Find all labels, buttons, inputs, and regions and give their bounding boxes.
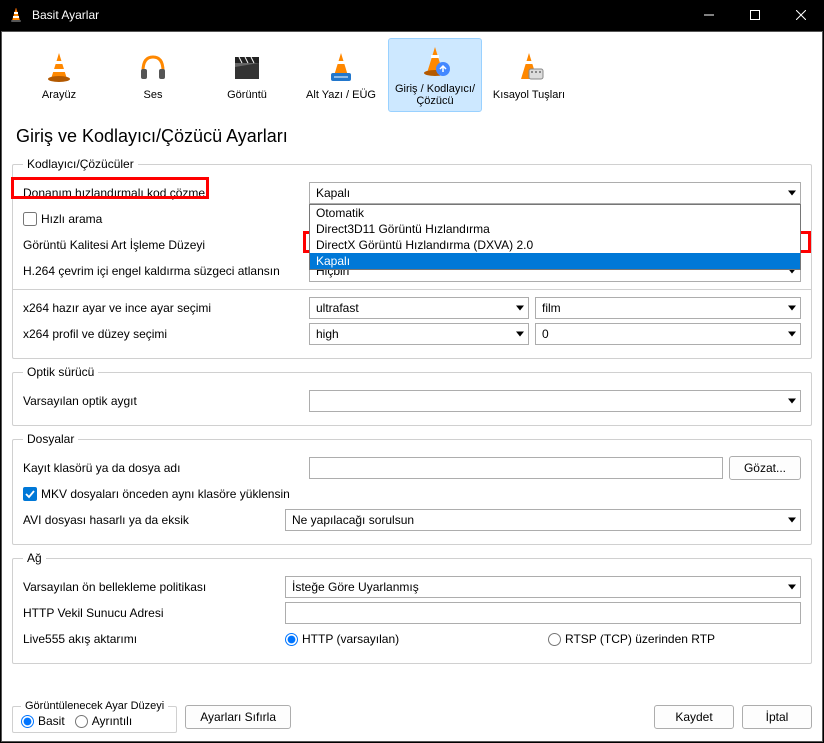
chevron-down-icon <box>788 399 796 404</box>
record-path-input[interactable] <box>309 457 723 479</box>
reset-button[interactable]: Ayarları Sıfırla <box>185 705 291 729</box>
optical-group: Optik sürücü Varsayılan optik aygıt <box>12 365 812 426</box>
optical-device-label: Varsayılan optik aygıt <box>23 394 303 408</box>
codecs-legend: Kodlayıcı/Çözücüler <box>23 157 138 171</box>
live555-rtsp-radio[interactable]: RTSP (TCP) üzerinden RTP <box>548 632 801 646</box>
x264-preset-label: x264 hazır ayar ve ince ayar seçimi <box>23 301 303 315</box>
quality-label: Görüntü Kalitesi Art İşleme Düzeyi <box>23 238 303 252</box>
maximize-button[interactable] <box>732 0 778 30</box>
cone-icon <box>41 49 77 85</box>
hw-option-dxva2[interactable]: DirectX Görüntü Hızlandırma (DXVA) 2.0 <box>310 237 800 253</box>
chevron-down-icon <box>788 585 796 590</box>
tab-interface[interactable]: Arayüz <box>12 38 106 112</box>
deblock-label: H.264 çevrim içi engel kaldırma süzgeci … <box>23 264 303 278</box>
chevron-down-icon <box>788 191 796 196</box>
tab-video[interactable]: Görüntü <box>200 38 294 112</box>
settings-tabs: Arayüz Ses Görüntü Alt Yazı / EÜG Giriş … <box>12 38 812 112</box>
avi-damaged-label: AVI dosyası hasarlı ya da eksik <box>23 513 279 527</box>
hotkey-icon <box>511 49 547 85</box>
network-group: Ağ Varsayılan ön bellekleme politikası İ… <box>12 551 812 664</box>
x264-profile-select[interactable]: high <box>309 323 529 345</box>
chevron-down-icon <box>788 518 796 523</box>
files-group: Dosyalar Kayıt klasörü ya da dosya adı G… <box>12 432 812 545</box>
mkv-preload-checkbox[interactable]: MKV dosyaları önceden aynı klasöre yükle… <box>23 487 290 501</box>
footer: Görüntülenecek Ayar Düzeyi Basit Ayrıntı… <box>12 696 812 733</box>
minimize-button[interactable] <box>686 0 732 30</box>
codec-icon <box>417 43 453 79</box>
window-title: Basit Ayarlar <box>32 8 686 22</box>
optical-device-select[interactable] <box>309 390 801 412</box>
tab-input-codecs[interactable]: Giriş / Kodlayıcı/Çözücü <box>388 38 482 112</box>
x264-preset-select[interactable]: ultrafast <box>309 297 529 319</box>
subtitle-icon <box>323 49 359 85</box>
tab-hotkeys[interactable]: Kısayol Tuşları <box>482 38 576 112</box>
page-title: Giriş ve Kodlayıcı/Çözücü Ayarları <box>16 126 812 147</box>
hw-decode-select[interactable]: Kapalı <box>309 182 801 204</box>
detailed-radio[interactable]: Ayrıntılı <box>75 714 132 728</box>
vlc-app-icon <box>8 7 24 23</box>
tab-subtitles[interactable]: Alt Yazı / EÜG <box>294 38 388 112</box>
save-button[interactable]: Kaydet <box>654 705 734 729</box>
hw-decode-dropdown[interactable]: Otomatik Direct3D11 Görüntü Hızlandırma … <box>309 204 801 270</box>
simple-radio[interactable]: Basit <box>21 714 65 728</box>
fast-seek-checkbox[interactable]: Hızlı arama <box>23 212 102 226</box>
cache-policy-select[interactable]: İsteğe Göre Uyarlanmış <box>285 576 801 598</box>
x264-level-select[interactable]: 0 <box>535 323 801 345</box>
chevron-down-icon <box>516 332 524 337</box>
clapperboard-icon <box>229 49 265 85</box>
live555-http-radio[interactable]: HTTP (varsayılan) <box>285 632 538 646</box>
optical-legend: Optik sürücü <box>23 365 98 379</box>
show-settings-legend: Görüntülenecek Ayar Düzeyi <box>21 700 168 712</box>
x264-profile-label: x264 profil ve düzey seçimi <box>23 327 303 341</box>
codecs-group: Kodlayıcı/Çözücüler Donanım hızlandırmal… <box>12 157 812 359</box>
files-legend: Dosyalar <box>23 432 78 446</box>
chevron-down-icon <box>788 332 796 337</box>
live555-label: Live555 akış aktarımı <box>23 632 279 646</box>
record-path-label: Kayıt klasörü ya da dosya adı <box>23 461 303 475</box>
titlebar: Basit Ayarlar <box>0 0 824 30</box>
cache-policy-label: Varsayılan ön bellekleme politikası <box>23 580 279 594</box>
close-button[interactable] <box>778 0 824 30</box>
hw-option-d3d11[interactable]: Direct3D11 Görüntü Hızlandırma <box>310 221 800 237</box>
cancel-button[interactable]: İptal <box>742 705 812 729</box>
chevron-down-icon <box>788 306 796 311</box>
tab-audio[interactable]: Ses <box>106 38 200 112</box>
x264-tune-select[interactable]: film <box>535 297 801 319</box>
avi-damaged-select[interactable]: Ne yapılacağı sorulsun <box>285 509 801 531</box>
browse-button[interactable]: Gözat... <box>729 456 801 480</box>
network-legend: Ağ <box>23 551 46 565</box>
hw-decode-label: Donanım hızlandırmalı kod çözme <box>23 186 303 200</box>
http-proxy-label: HTTP Vekil Sunucu Adresi <box>23 606 279 620</box>
hw-option-off[interactable]: Kapalı <box>310 253 800 269</box>
chevron-down-icon <box>516 306 524 311</box>
hw-option-auto[interactable]: Otomatik <box>310 205 800 221</box>
http-proxy-input[interactable] <box>285 602 801 624</box>
headphones-icon <box>135 49 171 85</box>
